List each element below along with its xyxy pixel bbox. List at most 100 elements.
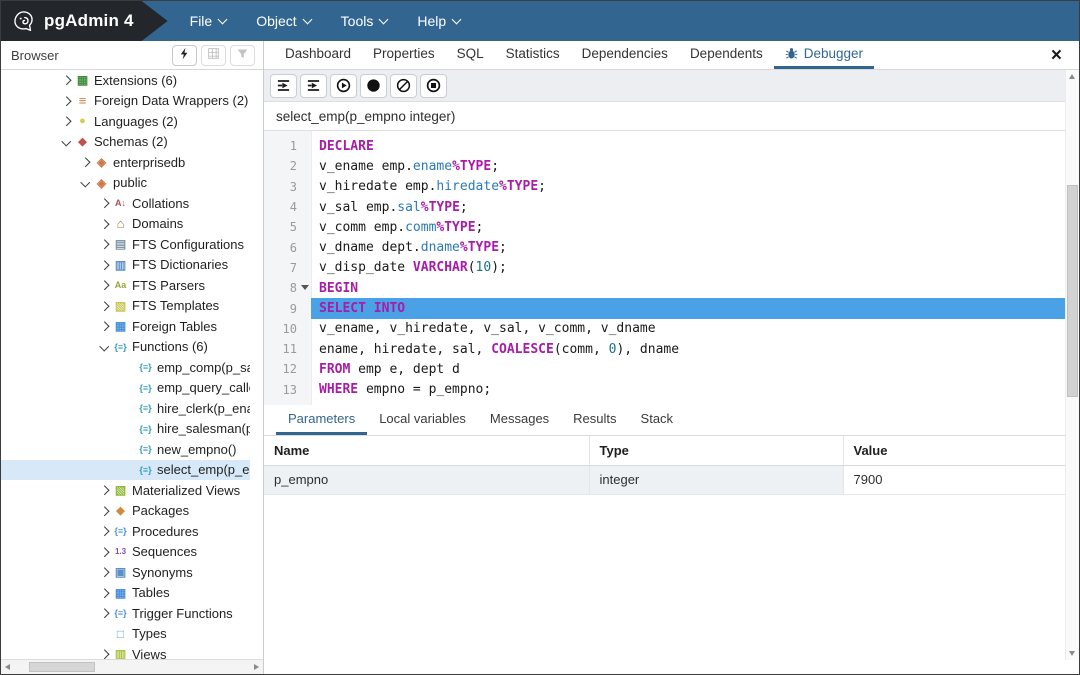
tree-item-select-emp-p-en[interactable]: {≡}select_emp(p_en [1,460,250,481]
chevron-right-icon[interactable] [97,487,112,494]
panel-divider[interactable] [263,41,264,674]
tree-item-fts-configurations[interactable]: ▤FTS Configurations [1,234,250,255]
tree-item-label: Languages (2) [94,114,178,129]
tree-item-collations[interactable]: A↓Collations [1,193,250,214]
chevron-right-icon[interactable] [97,262,112,269]
tree-item-emp-comp-p-sa[interactable]: {≡}emp_comp(p_sa [1,357,250,378]
line-number-gutter[interactable]: 13 [264,380,311,400]
tree-item-public[interactable]: ◈public [1,173,250,194]
tab-dependencies[interactable]: Dependencies [571,41,679,69]
close-icon[interactable]: × [1047,44,1066,67]
tab-local-variables[interactable]: Local variables [367,405,478,435]
tree-item-materialized-views[interactable]: ▧Materialized Views [1,480,250,501]
scroll-right-icon[interactable] [254,664,259,670]
tab-properties[interactable]: Properties [362,41,446,69]
vertical-scroll-thumb[interactable] [1067,185,1078,397]
chevron-right-icon[interactable] [78,159,93,166]
chevron-right-icon[interactable] [59,98,74,105]
tab-statistics[interactable]: Statistics [495,41,571,69]
toggle-breakpoint-button[interactable] [360,74,387,98]
tree-item-fts-dictionaries[interactable]: ▥FTS Dictionaries [1,255,250,276]
menu-tools[interactable]: Tools [341,13,388,29]
scroll-up-icon[interactable] [1069,74,1075,79]
fold-marker-icon[interactable] [301,285,309,290]
menu-object[interactable]: Object [256,13,310,29]
menu-help[interactable]: Help [417,13,460,29]
step-over-button[interactable] [300,74,327,98]
param-value-cell[interactable]: 7900 [843,465,1079,494]
line-number-gutter[interactable]: 4 [264,197,311,217]
horizontal-scroll-thumb[interactable] [29,662,95,672]
tree-item-hire-salesman-p[interactable]: {≡}hire_salesman(p_ [1,419,250,440]
tree-item-domains[interactable]: ⌂Domains [1,214,250,235]
tab-results[interactable]: Results [561,405,628,435]
tree-item-types[interactable]: □Types [1,624,250,645]
line-number-gutter[interactable]: 9 [264,298,311,318]
tree-item-trigger-functions[interactable]: {≡}Trigger Functions [1,603,250,624]
line-number-gutter[interactable]: 11 [264,339,311,359]
line-number-gutter[interactable]: 10 [264,319,311,339]
chevron-right-icon[interactable] [97,549,112,556]
chevron-right-icon[interactable] [97,323,112,330]
tree-item-hire-clerk-p-enar[interactable]: {≡}hire_clerk(p_enar [1,398,250,419]
continue-button[interactable] [330,74,357,98]
scroll-left-icon[interactable] [5,664,10,670]
tree-item-new-empno[interactable]: {≡}new_empno() [1,439,250,460]
clear-breakpoints-button[interactable] [390,74,417,98]
tree-item-synonyms[interactable]: ▣Synonyms [1,562,250,583]
tab-dependents[interactable]: Dependents [679,41,774,69]
step-into-button[interactable] [270,74,297,98]
tab-stack[interactable]: Stack [629,405,686,435]
scroll-down-icon[interactable] [1069,651,1075,656]
tree-item-packages[interactable]: ◆Packages [1,501,250,522]
line-number-gutter[interactable]: 7 [264,258,311,278]
sidebar-vertical-scrollbar[interactable] [1065,70,1079,660]
tree-item-foreign-tables[interactable]: ▦Foreign Tables [1,316,250,337]
chevron-right-icon[interactable] [97,590,112,597]
chevron-down-icon[interactable] [59,140,74,145]
chevron-right-icon[interactable] [97,569,112,576]
chevron-right-icon[interactable] [97,508,112,515]
tab-messages[interactable]: Messages [478,405,561,435]
stop-button[interactable] [420,74,447,98]
line-number-gutter[interactable]: 3 [264,177,311,197]
chevron-right-icon[interactable] [97,221,112,228]
tree-item-fts-templates[interactable]: ▧FTS Templates [1,296,250,317]
chevron-down-icon[interactable] [78,181,93,186]
tab-sql[interactable]: SQL [446,41,495,69]
tree-item-procedures[interactable]: {≡}Procedures [1,521,250,542]
tree-item-extensions-6[interactable]: ▦Extensions (6) [1,70,250,91]
chevron-down-icon[interactable] [97,345,112,350]
line-number-gutter[interactable]: 5 [264,217,311,237]
lightning-button[interactable] [172,45,197,66]
tree-item-emp-query-calle[interactable]: {≡}emp_query_calle [1,378,250,399]
line-number-gutter[interactable]: 1 [264,136,311,156]
tree-item-functions-6[interactable]: {≡}Functions (6) [1,337,250,358]
sidebar-horizontal-scrollbar[interactable] [1,659,263,674]
tab-debugger[interactable]: Debugger [774,41,874,69]
tab-dashboard[interactable]: Dashboard [274,41,362,69]
tree-item-views[interactable]: ▥Views [1,644,250,660]
chevron-right-icon[interactable] [59,118,74,125]
line-number-gutter[interactable]: 8 [264,278,311,298]
tree-item-tables[interactable]: ▦Tables [1,583,250,604]
line-number-gutter[interactable]: 12 [264,359,311,379]
line-number-gutter[interactable]: 2 [264,156,311,176]
chevron-right-icon[interactable] [97,200,112,207]
tree-item-languages-2[interactable]: ●Languages (2) [1,111,250,132]
chevron-right-icon[interactable] [97,282,112,289]
chevron-right-icon[interactable] [59,77,74,84]
tree-item-fts-parsers[interactable]: AaFTS Parsers [1,275,250,296]
tree-item-foreign-data-wrappers-2[interactable]: ≡Foreign Data Wrappers (2) [1,91,250,112]
chevron-right-icon[interactable] [97,610,112,617]
tree-item-enterprisedb[interactable]: ◈enterprisedb [1,152,250,173]
tab-parameters[interactable]: Parameters [276,405,367,435]
tree-item-sequences[interactable]: 1.3Sequences [1,542,250,563]
tree-item-schemas-2[interactable]: ◆Schemas (2) [1,132,250,153]
chevron-right-icon[interactable] [97,651,112,658]
menu-file[interactable]: File [190,13,227,29]
chevron-right-icon[interactable] [97,303,112,310]
chevron-right-icon[interactable] [97,528,112,535]
line-number-gutter[interactable]: 6 [264,237,311,257]
chevron-right-icon[interactable] [97,241,112,248]
